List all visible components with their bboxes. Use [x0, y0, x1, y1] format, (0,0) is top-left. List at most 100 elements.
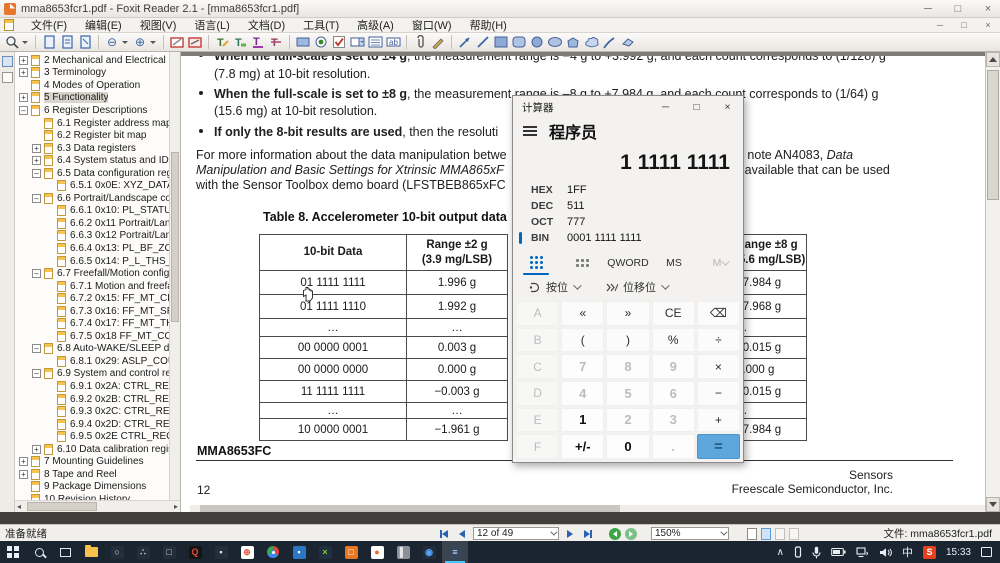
tree-toggle-icon[interactable]: – [32, 269, 41, 278]
app-tools-icon[interactable]: × [312, 541, 338, 563]
bookmark-item[interactable]: 6.7.1 Motion and freefall n [15, 280, 169, 293]
calc-maximize-button[interactable]: □ [681, 96, 712, 118]
calc-key-0[interactable]: 0 [606, 434, 649, 459]
document-vertical-scrollbar[interactable] [985, 52, 1000, 512]
bookmark-item[interactable]: +6.10 Data calibration registers [15, 443, 169, 456]
bookmark-item[interactable]: +6.4 System status and ID regi [15, 154, 169, 167]
pen-tool-icon[interactable] [429, 34, 447, 50]
bookmark-item[interactable]: 6.6.4 0x13: PL_BF_ZCOMF [15, 242, 169, 255]
eraser-annot-icon[interactable] [618, 34, 636, 50]
minimize-button[interactable]: ─ [920, 3, 936, 15]
zoom-in-caret[interactable] [150, 41, 156, 44]
app-q-browser-icon[interactable]: Q [182, 541, 208, 563]
calc-minimize-button[interactable]: ─ [650, 96, 681, 118]
page-layout-icon-2[interactable] [58, 34, 76, 50]
bookmark-item[interactable]: 6.9.3 0x2C: CTRL_REG3 Ir [15, 405, 169, 418]
square-annot-icon[interactable] [492, 34, 510, 50]
attach-file-icon[interactable] [411, 34, 429, 50]
bookmark-item[interactable]: 10 Revision History [15, 493, 169, 500]
bookmark-item[interactable]: 6.9.2 0x2B: CTRL_REG2 S [15, 393, 169, 406]
radio-button-field-icon[interactable] [312, 34, 330, 50]
search-button[interactable] [26, 541, 52, 563]
doc-minimize-button[interactable]: ─ [932, 20, 948, 30]
calc-key-1[interactable]: 1 [561, 408, 604, 433]
sogou-ime-icon[interactable]: S [923, 546, 936, 559]
bookmark-item[interactable]: 6.6.1 0x10: PL_STATUS P [15, 205, 169, 218]
square-field-icon[interactable] [294, 34, 312, 50]
first-page-button[interactable] [437, 527, 451, 540]
memory-store-button[interactable]: MS [651, 250, 697, 275]
highlighter-icon[interactable]: T [231, 34, 249, 50]
tree-toggle-icon[interactable]: + [19, 457, 28, 466]
document-horizontal-scrollbar[interactable] [190, 505, 985, 512]
action-center-icon[interactable] [981, 547, 992, 557]
calculator-icon[interactable]: ≡ [442, 541, 468, 563]
calculator-titlebar[interactable]: 计算器 ─ □ × [513, 96, 743, 118]
tree-toggle-icon[interactable]: – [19, 106, 28, 115]
restore-button[interactable]: □ [950, 3, 966, 15]
bookmark-item[interactable]: +6.3 Data registers [15, 142, 169, 155]
tree-toggle-icon[interactable]: – [32, 369, 41, 378]
pencil-annot-icon[interactable] [600, 34, 618, 50]
scroll-up-icon[interactable] [986, 52, 1000, 67]
volume-icon[interactable] [879, 547, 892, 558]
app-gray-icon[interactable]: ▌ [390, 541, 416, 563]
calc-key-x[interactable]: × [697, 354, 740, 379]
bitwise-menu-button[interactable]: 按位 [529, 279, 579, 295]
bookmark-item[interactable]: 6.9.1 0x2A: CTRL_REG1 S [15, 380, 169, 393]
radix-row-dec[interactable]: DEC511 [513, 198, 743, 214]
page-layout-icon-1[interactable] [40, 34, 58, 50]
bookmark-item[interactable]: –6.5 Data configuration registe [15, 167, 169, 180]
scroll-right-icon[interactable]: ▸ [174, 502, 178, 511]
calc-key-x[interactable]: ⌫ [697, 301, 740, 326]
microphone-icon[interactable] [812, 546, 821, 559]
file-explorer-button[interactable] [78, 541, 104, 563]
app-loops-icon[interactable]: ⊕ [234, 541, 260, 563]
bookmark-item[interactable]: 6.9.5 0x2E CTRL_REG5 In [15, 430, 169, 443]
ime-indicator[interactable]: 中 [902, 544, 913, 560]
menu-item[interactable]: 编辑(E) [76, 17, 131, 33]
network-icon[interactable] [856, 547, 869, 558]
tree-toggle-icon[interactable]: + [32, 144, 41, 153]
menu-item[interactable]: 语言(L) [185, 17, 238, 33]
bookmark-item[interactable]: –6.8 Auto-WAKE/SLEEP detec [15, 343, 169, 356]
calc-key-x[interactable]: − [697, 381, 740, 406]
cloud-annot-icon[interactable] [582, 34, 600, 50]
tree-toggle-icon[interactable]: – [32, 194, 41, 203]
pages-panel-icon[interactable] [2, 72, 13, 83]
bookmark-item[interactable]: 4 Modes of Operation [15, 79, 169, 92]
bookmark-item[interactable]: +3 Terminology [15, 67, 169, 80]
tree-toggle-icon[interactable]: + [19, 470, 28, 479]
app-globe-icon[interactable]: ◉ [416, 541, 442, 563]
calc-key-x[interactable]: « [561, 301, 604, 326]
device-icon[interactable] [794, 546, 802, 558]
bookmark-item[interactable]: 6.8.1 0x29: ASLP_COUNT [15, 355, 169, 368]
bookmark-item[interactable]: 6.2 Register bit map [15, 129, 169, 142]
scroll-down-icon[interactable] [986, 497, 1000, 512]
memory-menu-button[interactable]: M [697, 250, 743, 275]
underline-icon[interactable]: T [249, 34, 267, 50]
scroll-left-icon[interactable]: ◂ [17, 502, 21, 511]
bookmark-item[interactable]: 6.7.5 0x18 FF_MT_COUNT [15, 330, 169, 343]
bookmark-item[interactable]: 6.6.5 0x14: P_L_THS_REG [15, 255, 169, 268]
typewriter-icon[interactable]: T [213, 34, 231, 50]
previous-page-button[interactable] [455, 527, 469, 540]
full-keypad-icon[interactable] [513, 250, 559, 275]
circle-annot-icon[interactable] [528, 34, 546, 50]
clock[interactable]: 15:33 [946, 547, 971, 558]
bookmark-item[interactable]: –6.7 Freefall/Motion configurati [15, 267, 169, 280]
menu-item[interactable]: 帮助(H) [461, 17, 516, 33]
rounded-square-annot-icon[interactable] [510, 34, 528, 50]
next-page-button[interactable] [563, 527, 577, 540]
app-orange-window-icon[interactable]: □ [338, 541, 364, 563]
bookmark-item[interactable]: 6.9.4 0x2D: CTRL_REG4 Ir [15, 418, 169, 431]
task-view-button[interactable] [52, 541, 78, 563]
tree-toggle-icon[interactable]: + [19, 93, 28, 102]
calc-key-x[interactable]: % [652, 328, 695, 353]
bookmark-item[interactable]: –6.6 Portrait/Landscape config [15, 192, 169, 205]
app-dark-1-icon[interactable]: ○ [104, 541, 130, 563]
bookmark-item[interactable]: 6.6.2 0x11 Portrait/Landsc [15, 217, 169, 230]
bookmark-item[interactable]: 9 Package Dimensions [15, 481, 169, 494]
calc-key-x[interactable]: » [606, 301, 649, 326]
doc-close-button[interactable]: × [980, 20, 996, 30]
